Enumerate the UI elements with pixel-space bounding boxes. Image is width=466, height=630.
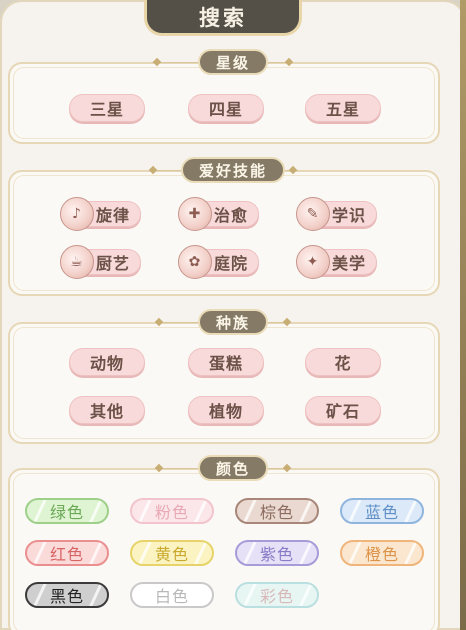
- pill-shine: [239, 500, 258, 522]
- filter-color-8[interactable]: 黑色: [25, 582, 109, 608]
- search-title: 搜索: [144, 0, 302, 36]
- pill-shine: [29, 500, 48, 522]
- filter-aesthetics[interactable]: ✦ 美学: [296, 245, 377, 279]
- filter-color-9[interactable]: 白色: [130, 582, 214, 608]
- pill-shine: [190, 500, 209, 522]
- cooking-icon: ☕: [60, 245, 94, 279]
- filter-plant[interactable]: 植物: [188, 396, 264, 424]
- hobby-label: 庭院: [214, 254, 249, 273]
- hobby-label: 美学: [332, 254, 367, 273]
- filter-three-star[interactable]: 三星: [69, 94, 145, 122]
- pill-shine: [190, 542, 209, 564]
- filter-color-1[interactable]: 粉色: [130, 498, 214, 524]
- hobby-label: 治愈: [214, 206, 249, 225]
- art-icon: ✦: [296, 245, 330, 279]
- filter-cake[interactable]: 蛋糕: [188, 348, 264, 376]
- pill-shine: [400, 542, 419, 564]
- pill-shine: [134, 500, 153, 522]
- filter-color-6[interactable]: 紫色: [235, 540, 319, 566]
- filter-knowledge[interactable]: ✎ 学识: [296, 197, 377, 231]
- filter-color-2[interactable]: 棕色: [235, 498, 319, 524]
- pill-shine: [134, 584, 153, 606]
- hobby-header: 爱好技能: [180, 157, 286, 183]
- species-section: [8, 322, 440, 444]
- pill-shine: [134, 542, 153, 564]
- filter-melody[interactable]: ♪ 旋律: [60, 197, 141, 231]
- color-label: 蓝色: [364, 503, 399, 522]
- pill-shine: [400, 500, 419, 522]
- pill-shine: [29, 584, 48, 606]
- filter-color-3[interactable]: 蓝色: [340, 498, 424, 524]
- heal-icon: ✚: [178, 197, 212, 231]
- filter-color-0[interactable]: 绿色: [25, 498, 109, 524]
- filter-color-5[interactable]: 黄色: [130, 540, 214, 566]
- filter-color-7[interactable]: 橙色: [340, 540, 424, 566]
- color-header: 颜色: [197, 455, 269, 481]
- pill-shine: [29, 542, 48, 564]
- filter-animal[interactable]: 动物: [69, 348, 145, 376]
- filter-healing[interactable]: ✚ 治愈: [178, 197, 259, 231]
- color-label: 紫色: [259, 545, 294, 564]
- color-label: 绿色: [49, 503, 84, 522]
- pill-shine: [239, 584, 258, 606]
- color-label: 彩色: [259, 587, 294, 606]
- color-label: 红色: [49, 545, 84, 564]
- pill-shine: [85, 584, 104, 606]
- filter-cooking[interactable]: ☕ 厨艺: [60, 245, 141, 279]
- color-label: 黑色: [49, 587, 84, 606]
- filter-mineral[interactable]: 矿石: [305, 396, 381, 424]
- hobby-label: 厨艺: [96, 254, 131, 273]
- hobby-label: 学识: [332, 206, 367, 225]
- rarity-header: 星级: [197, 49, 269, 75]
- book-icon: ✎: [296, 197, 330, 231]
- pill-shine: [344, 500, 363, 522]
- hobby-label: 旋律: [96, 206, 131, 225]
- filter-color-10[interactable]: 彩色: [235, 582, 319, 608]
- color-label: 橙色: [364, 545, 399, 564]
- garden-icon: ✿: [178, 245, 212, 279]
- pill-shine: [295, 584, 314, 606]
- pill-shine: [344, 542, 363, 564]
- pill-shine: [239, 542, 258, 564]
- pill-shine: [85, 500, 104, 522]
- pill-shine: [190, 584, 209, 606]
- filter-other[interactable]: 其他: [69, 396, 145, 424]
- color-label: 棕色: [259, 503, 294, 522]
- color-label: 白色: [154, 587, 189, 606]
- species-header: 种族: [197, 309, 269, 335]
- pill-shine: [295, 500, 314, 522]
- filter-garden[interactable]: ✿ 庭院: [178, 245, 259, 279]
- filter-color-4[interactable]: 红色: [25, 540, 109, 566]
- pill-shine: [295, 542, 314, 564]
- music-icon: ♪: [60, 197, 94, 231]
- color-label: 粉色: [154, 503, 189, 522]
- color-label: 黄色: [154, 545, 189, 564]
- pill-shine: [85, 542, 104, 564]
- filter-five-star[interactable]: 五星: [305, 94, 381, 122]
- filter-four-star[interactable]: 四星: [188, 94, 264, 122]
- background-strip: [460, 0, 466, 630]
- filter-flower[interactable]: 花: [305, 348, 381, 376]
